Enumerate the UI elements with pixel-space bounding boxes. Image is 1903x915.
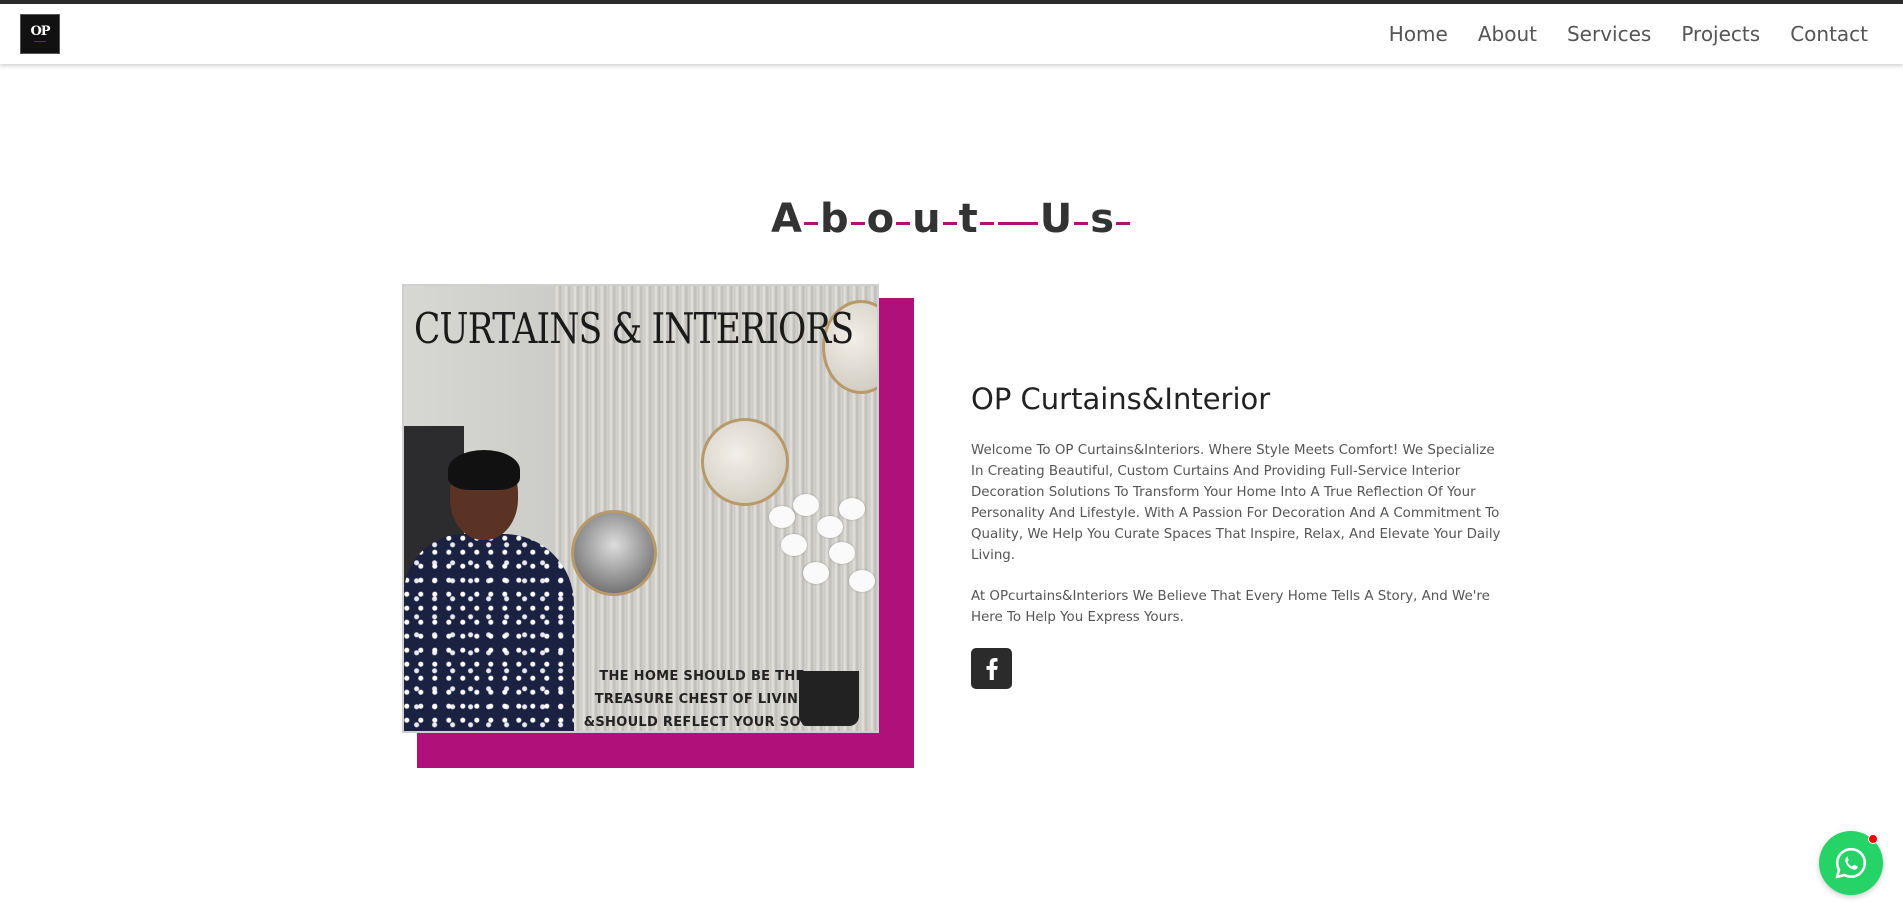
notification-dot — [1868, 834, 1878, 844]
nav-contact-link[interactable]: Contact — [1790, 22, 1868, 46]
title-letter: U — [1039, 196, 1073, 242]
title-dash — [997, 221, 1038, 225]
title-letter: s — [1090, 196, 1114, 242]
facebook-icon — [986, 657, 998, 680]
orchid-flower — [849, 570, 875, 592]
orchid-plant — [759, 486, 877, 646]
about-photo: CURTAINS & INTERIORS THE HOME SHOULD BE … — [402, 284, 879, 733]
orchid-flower — [839, 498, 865, 520]
navbar: OP ――― Home About Services Projects Cont… — [0, 4, 1903, 64]
main-menu: Home About Services Projects Contact — [1359, 22, 1868, 46]
about-paragraph-1: Welcome To OP Curtains&Interiors. Where … — [971, 443, 1501, 563]
title-letter: o — [866, 196, 895, 242]
nav-projects-link[interactable]: Projects — [1681, 22, 1760, 46]
title-dash — [1074, 221, 1089, 225]
person-dress — [404, 534, 574, 731]
about-info: OP Curtains&Interior Welcome To OP Curta… — [971, 382, 1506, 689]
company-name: OP Curtains&Interior — [971, 382, 1271, 416]
orchid-flower — [769, 506, 795, 528]
title-dash — [942, 221, 957, 225]
title-dash — [896, 221, 911, 225]
about-title: About Us — [0, 196, 1903, 242]
title-dash — [1116, 221, 1130, 225]
title-letter: A — [771, 196, 802, 242]
facebook-button[interactable] — [971, 648, 1012, 689]
about-image-block: CURTAINS & INTERIORS THE HOME SHOULD BE … — [402, 284, 914, 768]
nav-about-link[interactable]: About — [1478, 22, 1537, 46]
person-figure — [404, 450, 574, 731]
nav-services-link[interactable]: Services — [1567, 22, 1651, 46]
title-letter: u — [912, 196, 941, 242]
title-dash — [979, 221, 994, 225]
round-mirror — [571, 510, 657, 596]
title-dash — [850, 221, 865, 225]
orchid-flower — [829, 542, 855, 564]
site-logo[interactable]: OP ――― — [20, 14, 60, 54]
logo-underline: ――― — [34, 38, 46, 44]
whatsapp-icon — [1835, 847, 1867, 879]
logo-mark: OP — [30, 23, 50, 39]
person-hair — [448, 450, 520, 490]
orchid-flower — [803, 562, 829, 584]
about-paragraph-2: At OPcurtains&Interiors We Believe That … — [971, 589, 1490, 625]
image-quote: THE HOME SHOULD BE THE TREASURE CHEST OF… — [582, 665, 822, 731]
orchid-flower — [793, 494, 819, 516]
title-letter: b — [819, 196, 849, 242]
nav-home-link[interactable]: Home — [1389, 22, 1448, 46]
quote-line: &SHOULD REFLECT YOUR SOUL — [583, 715, 821, 730]
quote-line: THE HOME SHOULD BE THE — [599, 669, 805, 684]
title-letter: t — [958, 196, 978, 242]
orchid-flower — [817, 516, 843, 538]
title-dash — [803, 221, 818, 225]
image-headline: CURTAINS & INTERIORS — [414, 304, 854, 353]
orchid-flower — [781, 534, 807, 556]
quote-line: TREASURE CHEST OF LIVING — [594, 692, 810, 707]
